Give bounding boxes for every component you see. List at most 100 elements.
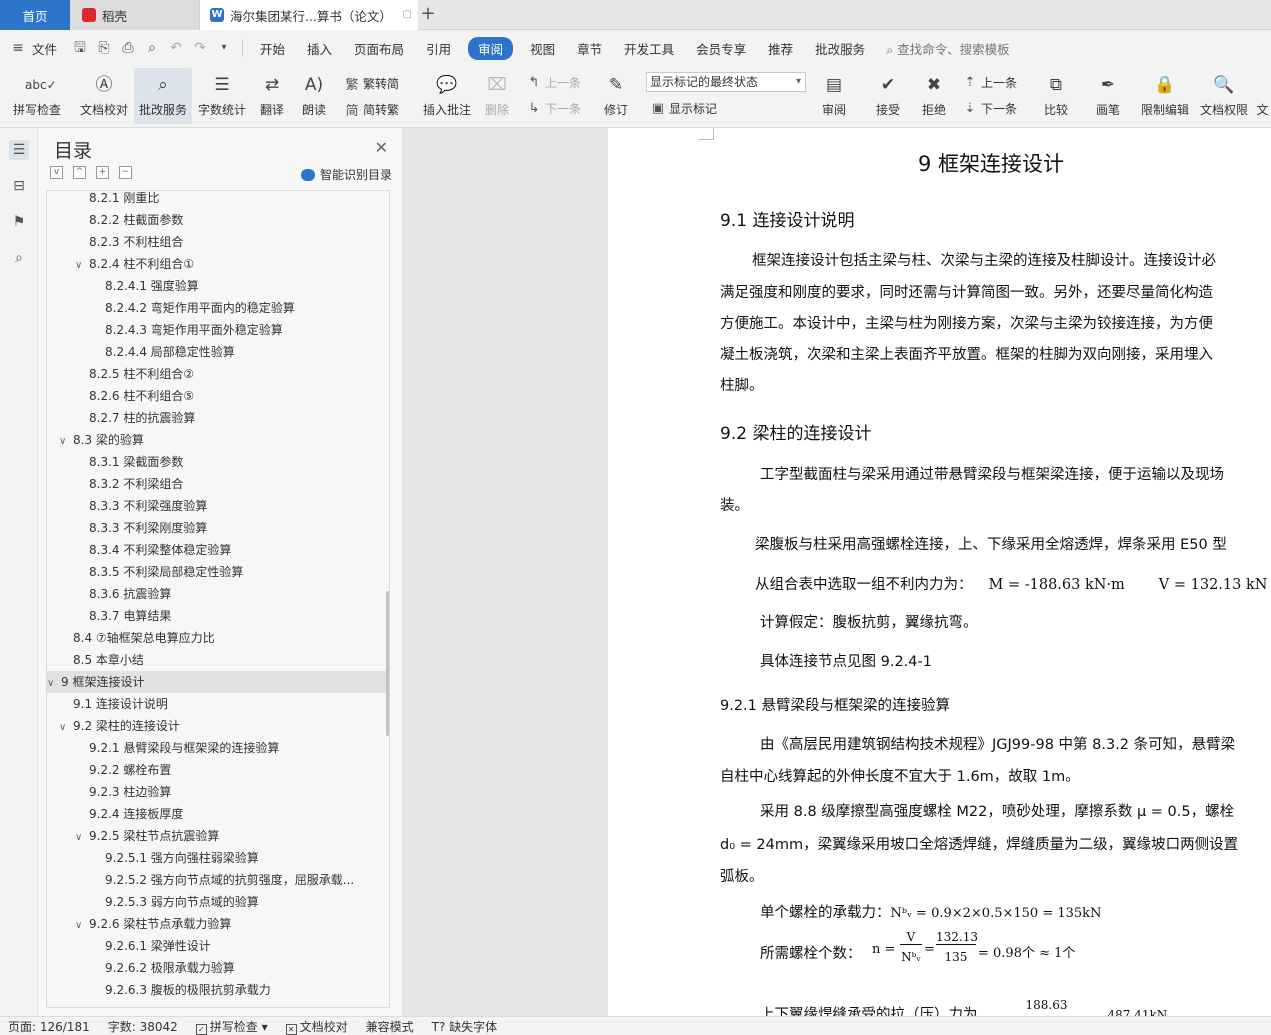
- new-tab-button[interactable]: +: [418, 4, 438, 26]
- toc-item[interactable]: 8.3.3 不利梁刚度验算: [47, 517, 387, 539]
- toc-item[interactable]: 9.2.2 螺栓布置: [47, 759, 387, 781]
- toc-item[interactable]: 8.3.3 不利梁强度验算: [47, 495, 387, 517]
- menu-recommend[interactable]: 推荐: [757, 39, 804, 58]
- toc-item[interactable]: 8.3.6 抗震验算: [47, 583, 387, 605]
- document-rights-button[interactable]: 🔍 文档权限: [1198, 68, 1250, 124]
- toc-item[interactable]: 9.1 连接设计说明: [47, 693, 387, 715]
- simplified-to-traditional-button[interactable]: 简简转繁: [344, 100, 399, 119]
- toc-item[interactable]: 9.2.5.1 强方向强柱弱梁验算: [47, 847, 387, 869]
- ribbon-more-button[interactable]: 文: [1254, 68, 1271, 124]
- tab-docer[interactable]: 稻壳: [70, 0, 200, 30]
- toc-item[interactable]: 8.2.4.2 弯矩作用平面内的稳定验算: [47, 297, 387, 319]
- doc-proof-status[interactable]: ✕ 文档校对: [285, 1018, 348, 1035]
- toc-item[interactable]: 8.2.6 柱不利组合⑤: [47, 385, 387, 407]
- translate-button[interactable]: ⇄ 翻译: [252, 68, 292, 124]
- track-changes-button[interactable]: ✎ 修订: [596, 68, 636, 124]
- menu-grading-service[interactable]: 批改服务: [804, 39, 876, 58]
- menu-section[interactable]: 章节: [566, 39, 613, 58]
- tab-close-icon[interactable]: ▢: [403, 9, 412, 20]
- expand-caret-icon[interactable]: ∨: [59, 717, 71, 737]
- menu-references[interactable]: 引用: [415, 39, 462, 58]
- delete-comment-button[interactable]: ⌧ 删除: [478, 68, 516, 124]
- prev-comment-button[interactable]: ↰ 上一条: [526, 74, 581, 91]
- toc-item[interactable]: 8.4 ⑦轴框架总电算应力比: [47, 627, 387, 649]
- expand-all-icon[interactable]: +: [96, 166, 109, 179]
- search-icon[interactable]: ⌕: [9, 248, 29, 268]
- toc-item[interactable]: 9.2.6.2 极限承载力验算: [47, 957, 387, 979]
- toc-item[interactable]: 9.2.3 柱边验算: [47, 781, 387, 803]
- menu-start[interactable]: 开始: [249, 39, 296, 58]
- menu-file[interactable]: 文件: [30, 39, 68, 58]
- menu-view[interactable]: 视图: [519, 39, 566, 58]
- save-icon[interactable]: 🖫: [72, 40, 88, 56]
- show-markup-button[interactable]: ▣ 显示标记: [650, 100, 717, 117]
- expand-caret-icon[interactable]: ∨: [59, 431, 71, 451]
- redo-icon[interactable]: ↷: [192, 40, 208, 56]
- menu-review[interactable]: 审阅: [468, 36, 514, 60]
- toc-item[interactable]: 8.2.4.1 强度验算: [47, 275, 387, 297]
- hamburger-menu-icon[interactable]: ≡: [10, 40, 26, 56]
- tab-document[interactable]: W 海尔集团某行...算书（论文） ▢: [200, 0, 418, 30]
- toc-item[interactable]: 8.2.2 柱截面参数: [47, 209, 387, 231]
- next-change-button[interactable]: ⇣ 下一条: [962, 100, 1017, 117]
- smart-toc-button[interactable]: 智能识别目录: [300, 166, 392, 183]
- prev-change-button[interactable]: ⇡ 上一条: [962, 74, 1017, 91]
- traditional-to-simplified-button[interactable]: 繁繁转简: [344, 74, 399, 93]
- word-count-button[interactable]: ☰ 字数统计: [194, 68, 250, 124]
- toc-item[interactable]: 8.3.2 不利梁组合: [47, 473, 387, 495]
- toc-item[interactable]: 8.3.5 不利梁局部稳定性验算: [47, 561, 387, 583]
- toc-item[interactable]: 8.2.4.4 局部稳定性验算: [47, 341, 387, 363]
- collapse-all-icon[interactable]: −: [119, 166, 132, 179]
- menu-page-layout[interactable]: 页面布局: [343, 39, 415, 58]
- spellcheck-button[interactable]: abc✓ 拼写检查: [6, 68, 68, 124]
- toc-item[interactable]: 9.2.6.3 腹板的极限抗剪承载力: [47, 979, 387, 1001]
- next-comment-button[interactable]: ↳ 下一条: [526, 100, 581, 117]
- grading-service-button[interactable]: ⌕ 批改服务: [134, 68, 192, 124]
- toc-item[interactable]: ∨ 8.3 梁的验算: [47, 429, 387, 451]
- review-pane-button[interactable]: ▤ 审阅: [814, 68, 854, 124]
- word-count-status[interactable]: 字数: 38042: [108, 1018, 178, 1035]
- close-icon[interactable]: ✕: [375, 138, 388, 157]
- insert-comment-button[interactable]: 💬 插入批注: [420, 68, 474, 124]
- toc-item[interactable]: 9.2.1 悬臂梁段与框架梁的连接验算: [47, 737, 387, 759]
- toc-item[interactable]: 8.2.5 柱不利组合②: [47, 363, 387, 385]
- undo-icon[interactable]: ↶: [168, 40, 184, 56]
- spellcheck-status[interactable]: ✓ 拼写检查 ▾: [195, 1018, 268, 1035]
- restrict-editing-button[interactable]: 🔒 限制编辑: [1140, 68, 1190, 124]
- expand-caret-icon[interactable]: ∨: [75, 255, 87, 275]
- toc-item[interactable]: ∨ 9.2 梁柱的连接设计: [47, 715, 387, 737]
- menu-insert[interactable]: 插入: [296, 39, 343, 58]
- chapter-nav-icon[interactable]: ⊟: [9, 176, 29, 196]
- tab-home[interactable]: 首页: [0, 0, 70, 30]
- menu-member[interactable]: 会员专享: [685, 39, 757, 58]
- menu-developer[interactable]: 开发工具: [613, 39, 685, 58]
- toc-item[interactable]: 9.2.6.1 梁弹性设计: [47, 935, 387, 957]
- document-page[interactable]: 9 框架连接设计 9.1 连接设计说明 框架连接设计包括主梁与柱、次梁与主梁的连…: [608, 128, 1271, 1016]
- export-pdf-icon[interactable]: ⎘: [96, 40, 112, 56]
- toc-item[interactable]: 8.3.7 电算结果: [47, 605, 387, 627]
- expand-down-icon[interactable]: v: [50, 166, 63, 179]
- toc-item[interactable]: 8.2.4.3 弯矩作用平面外稳定验算: [47, 319, 387, 341]
- toc-item[interactable]: 8.2.1 刚重比: [47, 191, 387, 209]
- markup-mode-select[interactable]: 显示标记的最终状态: [646, 72, 806, 92]
- expand-caret-icon[interactable]: ∨: [47, 673, 59, 693]
- toc-item[interactable]: 8.3.1 梁截面参数: [47, 451, 387, 473]
- missing-font-status[interactable]: T? 缺失字体: [432, 1018, 498, 1035]
- reject-button[interactable]: ✖ 拒绝: [914, 68, 954, 124]
- page-counter[interactable]: 页面: 126/181: [8, 1018, 90, 1035]
- expand-caret-icon[interactable]: ∨: [75, 915, 87, 935]
- toc-item[interactable]: ∨ 9.2.6 梁柱节点承载力验算: [47, 913, 387, 935]
- toc-item[interactable]: 8.2.7 柱的抗震验算: [47, 407, 387, 429]
- toc-item[interactable]: 8.2.3 不利柱组合: [47, 231, 387, 253]
- collapse-up-icon[interactable]: ^: [73, 166, 86, 179]
- accept-button[interactable]: ✔ 接受: [868, 68, 908, 124]
- quick-access-dropdown-icon[interactable]: ▾: [216, 40, 232, 56]
- print-preview-icon[interactable]: ⌕: [144, 40, 160, 56]
- command-search[interactable]: ⌕ 查找命令、搜索模板: [886, 39, 1010, 58]
- toc-item[interactable]: 8.3.4 不利梁整体稳定验算: [47, 539, 387, 561]
- toc-panel-icon[interactable]: ☰: [9, 140, 29, 160]
- pen-button[interactable]: ✒ 画笔: [1090, 68, 1126, 124]
- toc-item[interactable]: ∨ 9 框架连接设计: [47, 671, 387, 693]
- toc-item[interactable]: 9.2.5.3 弱方向节点域的验算: [47, 891, 387, 913]
- print-icon[interactable]: ⎙: [120, 40, 136, 56]
